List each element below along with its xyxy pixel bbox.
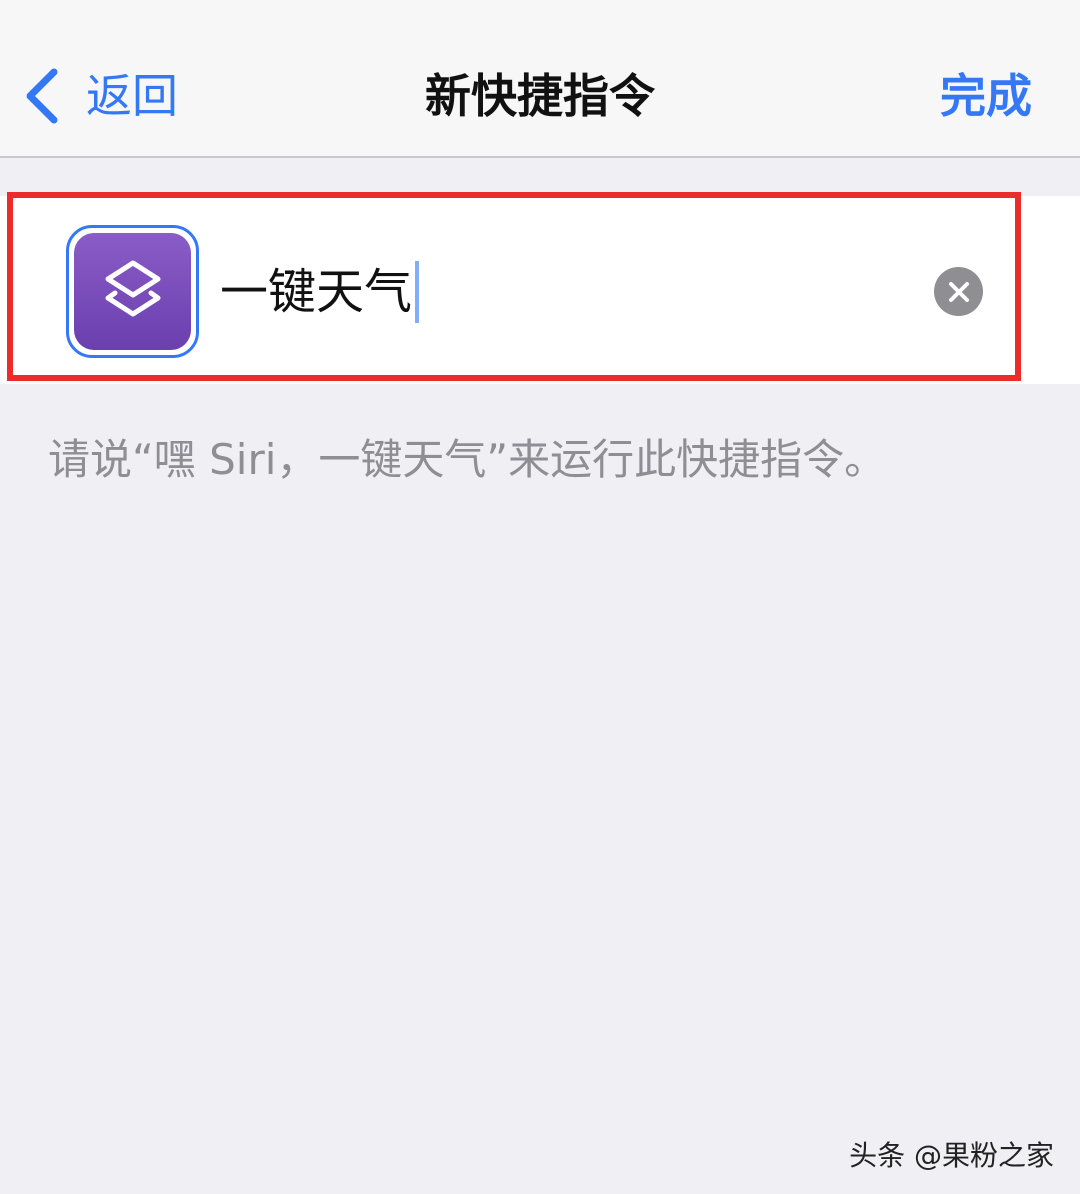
navigation-bar: 返回 新快捷指令 完成	[0, 0, 1080, 158]
page-title: 新快捷指令	[425, 69, 655, 123]
highlight-annotation	[7, 192, 1021, 381]
siri-hint-text: 请说“嘿 Siri，一键天气”来运行此快捷指令。	[48, 435, 887, 484]
watermark: 头条 @果粉之家	[849, 1139, 1054, 1172]
done-button[interactable]: 完成	[940, 64, 1032, 128]
